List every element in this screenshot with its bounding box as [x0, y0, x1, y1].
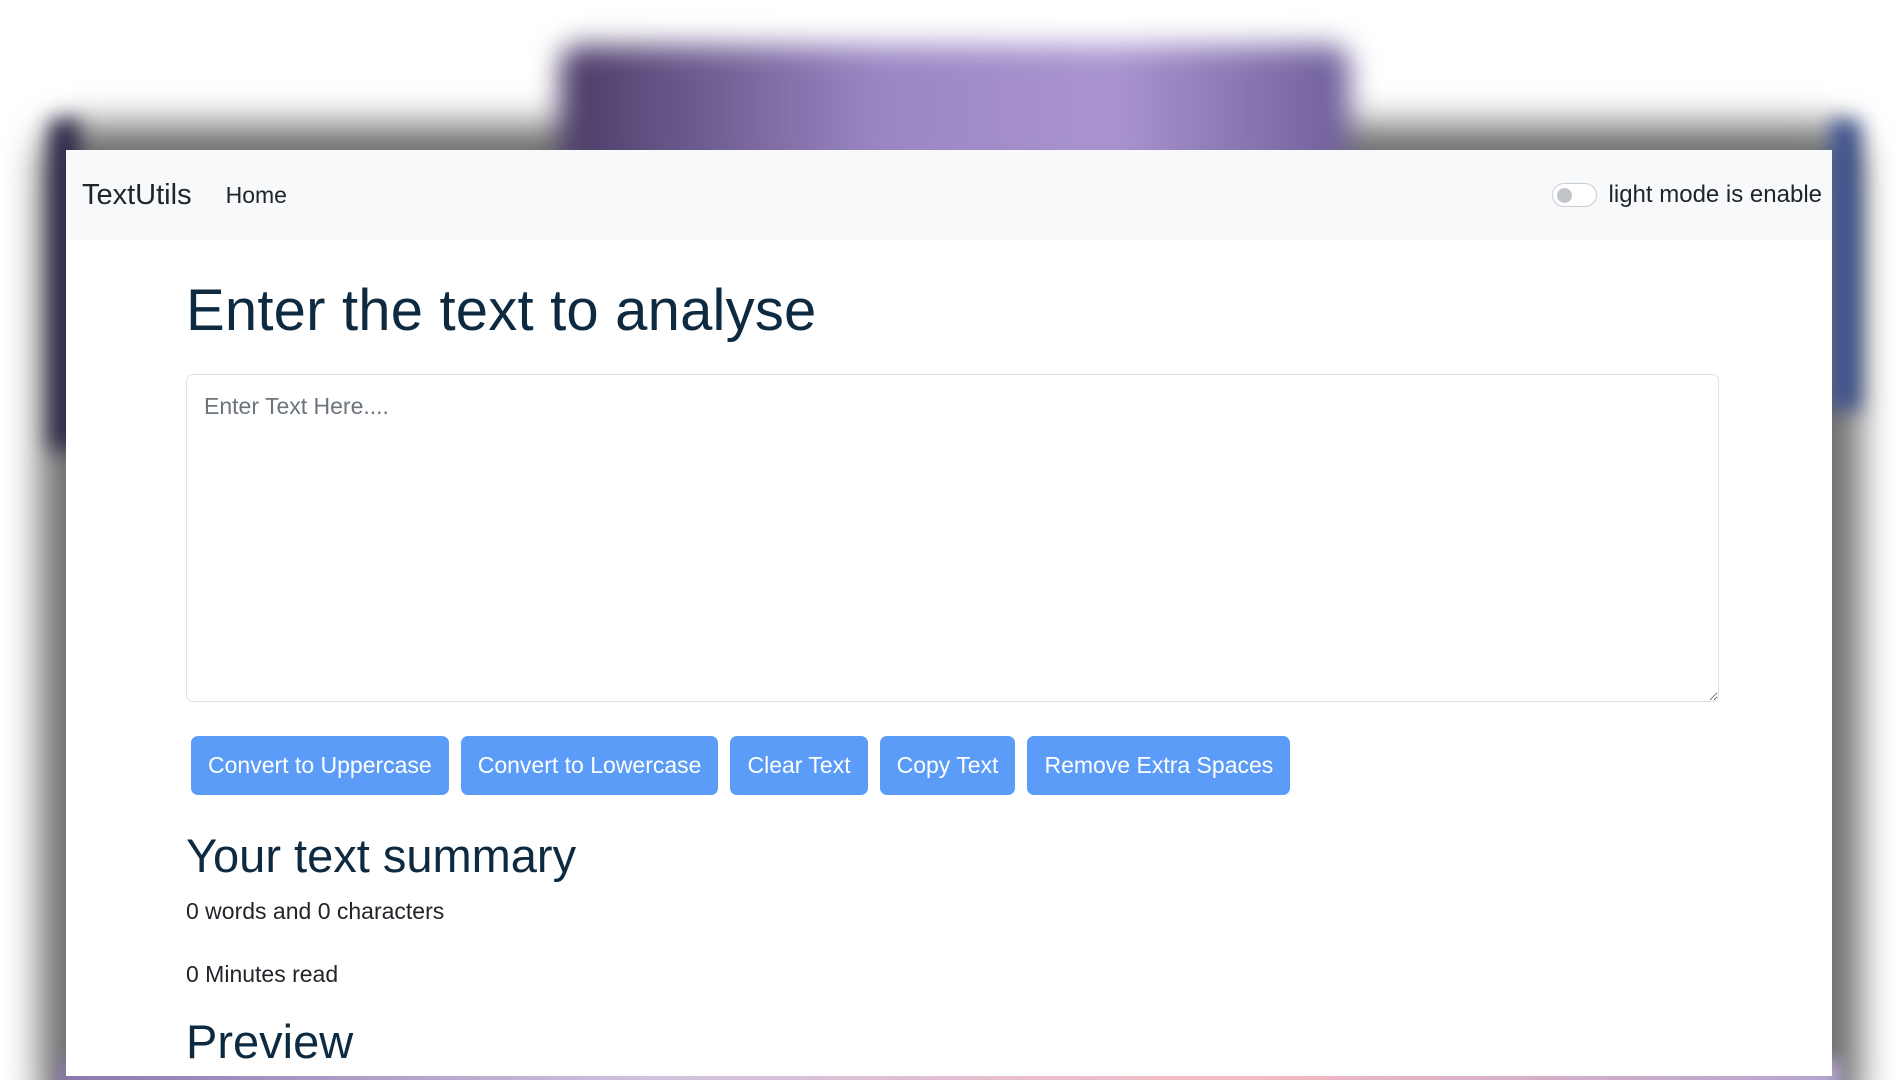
- read-time: 0 Minutes read: [186, 960, 339, 987]
- clear-text-button[interactable]: Clear Text: [730, 735, 868, 795]
- remove-extra-spaces-button[interactable]: Remove Extra Spaces: [1027, 735, 1291, 795]
- switch-knob: [1556, 187, 1572, 203]
- action-buttons: Convert to Uppercase Convert to Lowercas…: [186, 735, 1719, 795]
- main-content: Enter the text to analyse Convert to Upp…: [66, 276, 1832, 1070]
- preview-title: Preview: [186, 1014, 354, 1068]
- navbar: TextUtils Home light mode is enable: [66, 150, 1832, 240]
- mode-toggle: light mode is enable: [1551, 181, 1822, 209]
- mode-toggle-label[interactable]: light mode is enable: [1609, 181, 1822, 209]
- word-char-count: 0 words and 0 characters: [186, 897, 445, 924]
- brand-logo-link[interactable]: TextUtils: [82, 179, 192, 212]
- background-edge-right: [1830, 120, 1860, 410]
- text-input[interactable]: [186, 373, 1719, 702]
- app-window: TextUtils Home light mode is enable Ente…: [66, 150, 1832, 1076]
- mode-switch[interactable]: [1551, 183, 1597, 207]
- copy-text-button[interactable]: Copy Text: [879, 735, 1016, 795]
- nav-link-home[interactable]: Home: [226, 182, 287, 209]
- lowercase-button[interactable]: Convert to Lowercase: [460, 735, 719, 795]
- uppercase-button[interactable]: Convert to Uppercase: [191, 735, 449, 795]
- page-title: Enter the text to analyse: [186, 278, 817, 343]
- summary-title: Your text summary: [186, 828, 577, 882]
- text-input-wrapper: [186, 373, 1719, 707]
